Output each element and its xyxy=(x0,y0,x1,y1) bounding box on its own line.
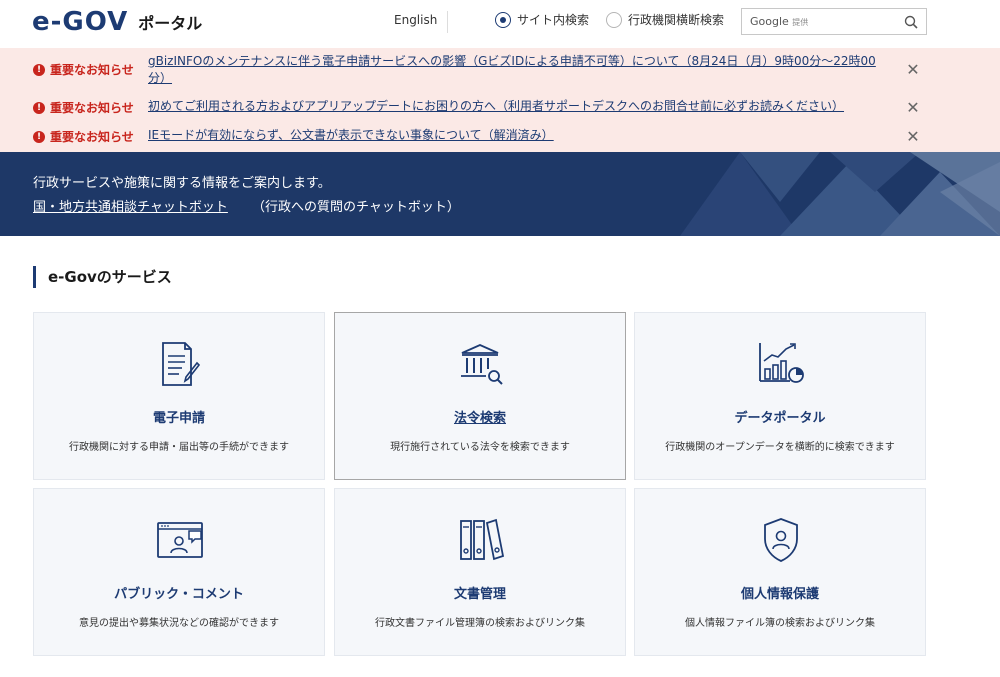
important-notices: ! 重要なお知らせ gBizINFOのメンテナンスに伴う電子申請サービスへの影響（… xyxy=(0,48,1000,152)
card-title: 電子申請 xyxy=(152,411,205,426)
alert-icon: ! xyxy=(33,101,45,114)
radio-site-search[interactable]: サイト内検索 xyxy=(495,11,589,28)
english-link[interactable]: English xyxy=(394,13,437,27)
binders-icon xyxy=(460,518,505,561)
comment-monitor-icon xyxy=(157,522,203,558)
notice-tag: ! 重要なお知らせ xyxy=(33,99,134,116)
chart-icon xyxy=(759,343,804,383)
service-card-law-search[interactable]: 法令検索 現行施行されている法令を検索できます xyxy=(334,312,626,480)
radio-cross-agency-search[interactable]: 行政機関横断検索 xyxy=(606,11,724,28)
building-search-icon xyxy=(461,344,503,385)
alert-icon: ! xyxy=(33,130,45,143)
chatbot-link[interactable]: 国・地方共通相談チャットボット xyxy=(33,196,228,215)
banner-pattern-art xyxy=(680,152,1000,236)
card-description: 行政文書ファイル管理簿の検索およびリンク集 xyxy=(375,618,585,629)
service-card-personal-info-protection[interactable]: 個人情報保護 個人情報ファイル簿の検索およびリンク集 xyxy=(634,488,926,656)
search-input[interactable] xyxy=(748,13,898,31)
notice-link[interactable]: 初めてご利用される方およびアプリアップデートにお困りの方へ（利用者サポートデスク… xyxy=(148,98,893,115)
service-card-public-comment[interactable]: パブリック・コメント 意見の提出や募集状況などの確認ができます xyxy=(33,488,325,656)
card-description: 意見の提出や募集状況などの確認ができます xyxy=(79,618,279,629)
logo-text: ポータル xyxy=(138,14,203,33)
alert-icon: ! xyxy=(33,63,45,76)
radio-circle[interactable] xyxy=(606,11,622,28)
card-title: パブリック・コメント xyxy=(114,587,244,602)
header-divider xyxy=(447,11,448,33)
card-description: 行政機関に対する申請・届出等の手続ができます xyxy=(69,442,289,453)
card-description: 行政機関のオープンデータを横断的に検索できます xyxy=(665,442,895,453)
logo-mark: e-GOV xyxy=(32,7,129,37)
service-card-data-portal[interactable]: データポータル 行政機関のオープンデータを横断的に検索できます xyxy=(634,312,926,480)
close-icon[interactable]: ✕ xyxy=(906,62,920,78)
site-header: e-GOV ポータル English サイト内検索 行政機関横断検索 Googl… xyxy=(0,0,1000,48)
card-title: 個人情報保護 xyxy=(740,587,819,602)
radio-label: サイト内検索 xyxy=(517,13,590,27)
card-description: 現行施行されている法令を検索できます xyxy=(390,442,570,453)
notice-link[interactable]: gBizINFOのメンテナンスに伴う電子申請サービスへの影響（GビズIDによる申… xyxy=(148,53,893,87)
service-card-e-application[interactable]: 電子申請 行政機関に対する申請・届出等の手続ができます xyxy=(33,312,325,480)
search-box[interactable]: Google 提供 xyxy=(741,8,927,35)
site-logo[interactable]: e-GOV ポータル xyxy=(32,7,203,37)
hero-banner: 行政サービスや施策に関する情報をご案内します。 国・地方共通相談チャットボット … xyxy=(0,152,1000,236)
document-pen-icon xyxy=(162,342,201,386)
close-icon[interactable]: ✕ xyxy=(906,129,920,145)
chatbot-note: （行政への質問のチャットボット） xyxy=(252,200,460,215)
card-title: 文書管理 xyxy=(453,587,506,602)
close-icon[interactable]: ✕ xyxy=(906,100,920,116)
radio-label: 行政機関横断検索 xyxy=(628,13,725,27)
card-title: 法令検索 xyxy=(453,411,506,426)
card-title: データポータル xyxy=(734,411,826,426)
shield-person-icon xyxy=(764,518,798,562)
service-card-document-management[interactable]: 文書管理 行政文書ファイル管理簿の検索およびリンク集 xyxy=(334,488,626,656)
notice-link[interactable]: IEモードが有効にならず、公文書が表示できない事象について（解消済み） xyxy=(148,127,893,144)
radio-circle-selected[interactable] xyxy=(495,11,511,28)
notice-tag: ! 重要なお知らせ xyxy=(33,61,134,78)
banner-lead-text: 行政サービスや施策に関する情報をご案内します。 xyxy=(33,176,331,191)
card-description: 個人情報ファイル簿の検索およびリンク集 xyxy=(685,618,875,629)
notice-tag: ! 重要なお知らせ xyxy=(33,128,134,145)
services-section-title: e-Govのサービス xyxy=(33,266,172,288)
search-icon[interactable] xyxy=(904,15,918,29)
